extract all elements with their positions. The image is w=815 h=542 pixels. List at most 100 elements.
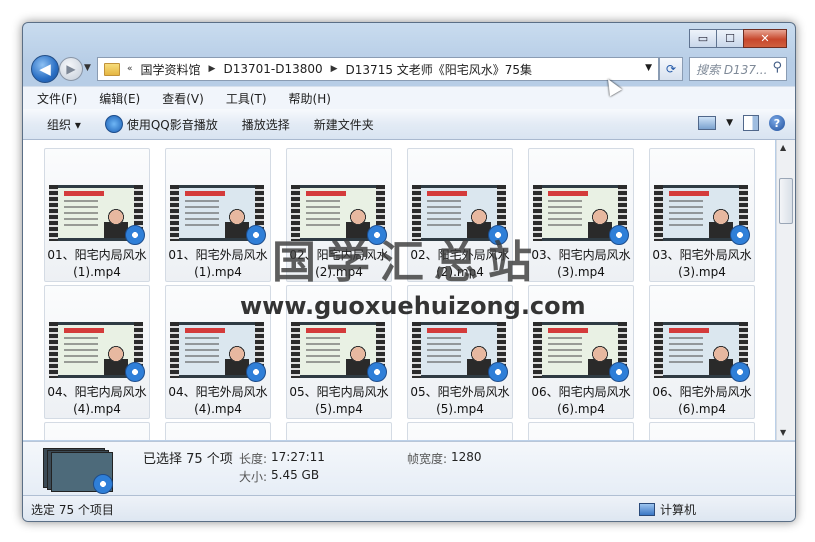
slide-title-bar (306, 191, 346, 196)
computer-icon (639, 503, 655, 516)
watermark-text: 国学汇总站 (272, 237, 542, 288)
scroll-down-icon[interactable]: ▼ (780, 428, 786, 437)
help-icon[interactable]: ? (769, 115, 785, 131)
slide-title-bar (306, 328, 346, 333)
slide-text-lines (427, 200, 461, 228)
maximize-button[interactable]: ☐ (716, 29, 744, 48)
change-view-icon[interactable] (698, 116, 717, 130)
film-strip (654, 322, 663, 378)
file-item[interactable] (165, 422, 271, 440)
file-item[interactable] (649, 422, 755, 440)
minimize-button[interactable]: ▭ (689, 29, 717, 48)
video-frame (663, 188, 739, 238)
film-strip (533, 322, 542, 378)
slide-title-bar (185, 328, 225, 333)
file-item[interactable]: 01、阳宅内局风水 (1).mp4 (44, 148, 150, 282)
menu-view[interactable]: 查看(V) (148, 90, 212, 107)
preview-pane-icon[interactable] (743, 115, 759, 131)
frame-width-value: 1280 (451, 450, 482, 464)
qq-video-icon (93, 474, 113, 494)
status-selection: 选定 75 个项目 (31, 503, 114, 517)
breadcrumb-item[interactable]: D13715 文老师《阳宅风水》75集 (340, 61, 539, 78)
menu-help[interactable]: 帮助(H) (275, 90, 339, 107)
qq-video-icon (125, 225, 145, 245)
file-item[interactable]: 04、阳宅内局风水 (4).mp4 (44, 285, 150, 419)
file-name: 04、阳宅外局风水 (4).mp4 (168, 385, 268, 416)
menu-tools[interactable]: 工具(T) (212, 90, 275, 107)
file-item[interactable] (286, 422, 392, 440)
film-strip (412, 322, 421, 378)
close-button[interactable]: ✕ (743, 29, 787, 48)
video-frame (179, 325, 255, 375)
qq-video-icon (730, 362, 750, 382)
slide-title-bar (548, 191, 588, 196)
file-item[interactable]: 06、阳宅外局风水 (6).mp4 (649, 285, 755, 419)
video-thumbnail (49, 322, 145, 382)
refresh-button[interactable]: ⟳ (659, 57, 683, 81)
menu-bar: 文件(F) 编辑(E) 查看(V) 工具(T) 帮助(H) (23, 86, 795, 109)
search-placeholder: 搜索 D137... (696, 62, 768, 77)
video-thumbnail (533, 322, 629, 382)
play-selection-button[interactable]: 播放选择 (230, 109, 302, 139)
film-strip (170, 322, 179, 378)
slide-title-bar (669, 328, 709, 333)
file-name: 01、阳宅内局风水 (1).mp4 (47, 248, 147, 279)
video-thumbnail (49, 185, 145, 245)
qq-video-icon (488, 362, 508, 382)
file-item[interactable]: 03、阳宅外局风水 (3).mp4 (649, 148, 755, 282)
vertical-scrollbar[interactable]: ▲ ▼ (776, 140, 795, 440)
search-icon[interactable]: ⚲ (772, 60, 782, 75)
film-strip (654, 185, 663, 241)
film-strip (291, 322, 300, 378)
file-item[interactable] (528, 422, 634, 440)
details-pane: 已选择 75 个项 长度: 17:27:11 大小: 5.45 GB 帧宽度: … (23, 441, 795, 496)
video-thumbnail (412, 322, 508, 382)
slide-text-lines (306, 337, 340, 365)
view-dropdown-icon[interactable]: ▼ (726, 118, 733, 128)
breadcrumb-item[interactable]: 国学资料馆 (135, 61, 207, 78)
slide-text-lines (64, 337, 98, 365)
frame-width-label: 帧宽度: (407, 452, 448, 466)
file-name: 06、阳宅内局风水 (6).mp4 (531, 385, 631, 416)
search-input[interactable]: 搜索 D137... ⚲ (689, 57, 787, 81)
slide-title-bar (669, 191, 709, 196)
file-item[interactable] (407, 422, 513, 440)
command-bar: 组织 ▾ 使用QQ影音播放 播放选择 新建文件夹 ▼ ? (23, 109, 795, 140)
play-with-qq-button[interactable]: 使用QQ影音播放 (93, 109, 230, 139)
menu-file[interactable]: 文件(F) (23, 90, 85, 107)
arrow-left-icon: ◀ (39, 60, 51, 78)
recent-pages-dropdown[interactable]: ▼ (84, 63, 91, 73)
slide-title-bar (185, 191, 225, 196)
film-strip (170, 185, 179, 241)
address-dropdown-icon[interactable]: ▼ (645, 63, 652, 73)
slide-text-lines (669, 200, 703, 228)
video-frame (58, 325, 134, 375)
size-value: 5.45 GB (271, 468, 320, 482)
file-item[interactable] (44, 422, 150, 440)
play-with-qq-label: 使用QQ影音播放 (126, 117, 218, 132)
slide-text-lines (185, 200, 219, 228)
back-button[interactable]: ◀ (31, 55, 59, 83)
breadcrumb-item[interactable]: D13701-D13800 (217, 62, 328, 76)
forward-button[interactable]: ▶ (59, 57, 83, 81)
video-frame (58, 188, 134, 238)
video-frame (663, 325, 739, 375)
scroll-up-icon[interactable]: ▲ (780, 143, 786, 152)
overflow-chevron[interactable]: « (125, 64, 135, 74)
menu-edit[interactable]: 编辑(E) (85, 90, 148, 107)
address-bar[interactable]: « 国学资料馆 ▶ D13701-D13800 ▶ D13715 文老师《阳宅风… (97, 57, 659, 81)
organize-button[interactable]: 组织 ▾ (23, 109, 93, 139)
new-folder-button[interactable]: 新建文件夹 (302, 109, 386, 139)
file-name: 06、阳宅外局风水 (6).mp4 (652, 385, 752, 416)
slide-text-lines (548, 200, 582, 228)
arrow-right-icon: ▶ (66, 62, 76, 76)
video-thumbnail (654, 322, 750, 382)
breadcrumb-arrow-icon[interactable]: ▶ (329, 64, 340, 74)
qq-video-icon (246, 362, 266, 382)
scroll-thumb[interactable] (779, 178, 793, 224)
file-name: 05、阳宅外局风水 (5).mp4 (410, 385, 510, 416)
selected-count: 已选择 75 个项 (143, 452, 233, 467)
slide-title-bar (548, 328, 588, 333)
breadcrumb-arrow-icon[interactable]: ▶ (207, 64, 218, 74)
selection-thumbnail (43, 446, 117, 494)
